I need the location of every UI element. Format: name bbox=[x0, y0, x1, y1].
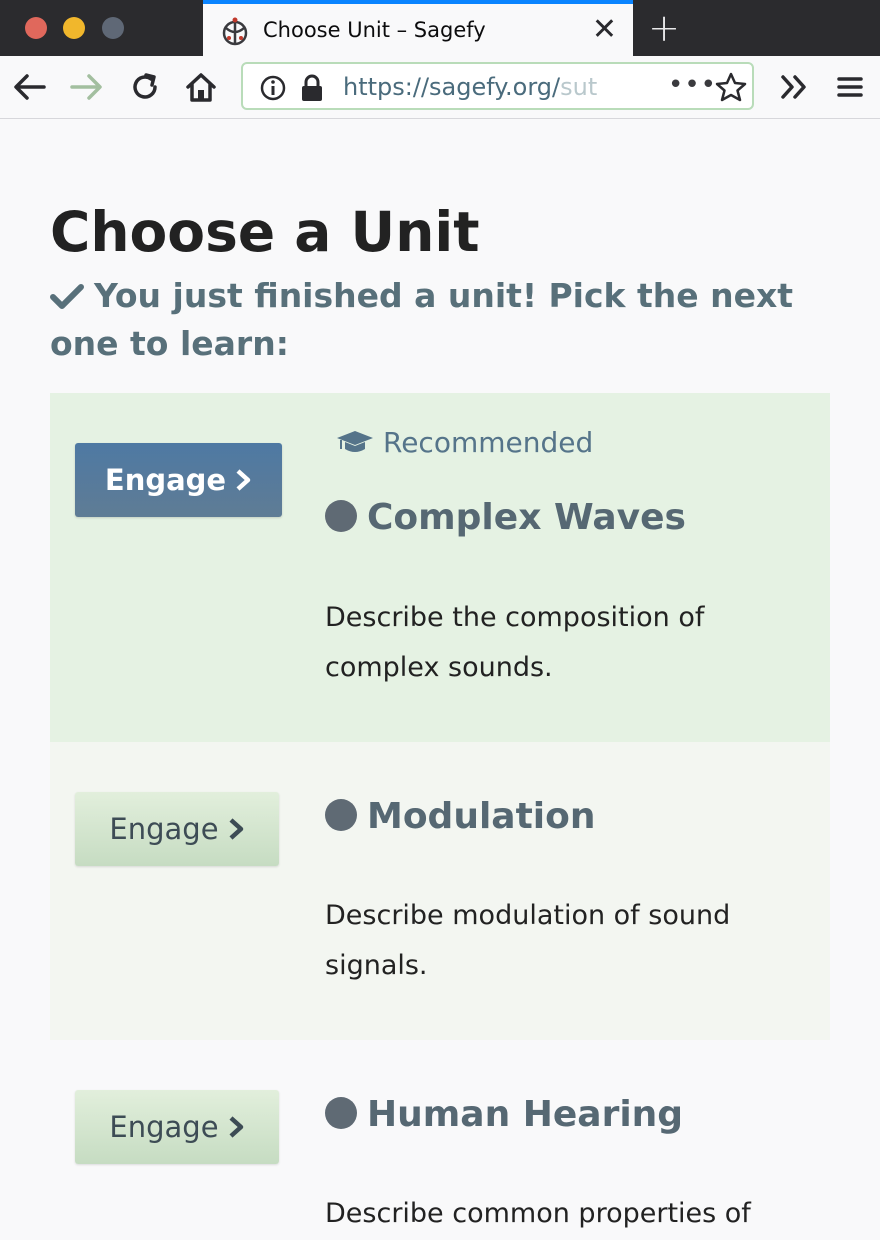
unit-card: Engage Human Hearing Describe common pro… bbox=[50, 1040, 830, 1240]
url-text[interactable]: https://sagefy.org/sut bbox=[343, 72, 597, 102]
unit-name[interactable]: Modulation bbox=[325, 792, 596, 842]
forward-icon bbox=[70, 74, 102, 100]
unit-name[interactable]: Complex Waves bbox=[325, 493, 686, 543]
home-icon bbox=[186, 73, 216, 102]
engage-button[interactable]: Engage bbox=[75, 443, 282, 517]
unit-description: Describe the composition of complex soun… bbox=[325, 602, 705, 683]
engage-button[interactable]: Engage bbox=[75, 1090, 279, 1164]
overflow-button[interactable] bbox=[774, 66, 814, 108]
completion-message: You just finished a unit! Pick the next … bbox=[50, 276, 794, 363]
unit-status-dot bbox=[325, 1097, 357, 1129]
active-tab[interactable]: Choose Unit – Sagefy ✕ bbox=[203, 0, 633, 56]
unit-status-dot bbox=[325, 799, 357, 831]
info-icon[interactable] bbox=[259, 74, 287, 102]
graduation-cap-icon bbox=[337, 431, 373, 452]
checkmark-icon bbox=[50, 284, 84, 309]
unit-status-dot bbox=[325, 500, 357, 532]
unit-description: Describe modulation of sound signals. bbox=[325, 900, 731, 981]
menu-button[interactable] bbox=[830, 66, 870, 108]
unit-card-recommended: Engage Recommended Complex Waves Describ… bbox=[50, 393, 830, 742]
chevron-right-icon bbox=[236, 469, 251, 491]
window-minimize-button[interactable] bbox=[63, 17, 85, 39]
window-zoom-button[interactable] bbox=[102, 17, 124, 39]
page-actions-icon[interactable]: ••• bbox=[668, 70, 717, 100]
bookmark-star-icon[interactable] bbox=[715, 72, 747, 102]
reload-button[interactable] bbox=[125, 66, 165, 108]
chevron-right-icon bbox=[229, 1116, 243, 1138]
sagefy-favicon-icon bbox=[222, 17, 248, 46]
lock-icon bbox=[302, 74, 322, 101]
forward-button[interactable] bbox=[67, 66, 107, 108]
new-tab-button[interactable]: + bbox=[646, 6, 682, 50]
engage-button[interactable]: Engage bbox=[75, 792, 279, 866]
menu-icon bbox=[837, 77, 863, 97]
tab-title: Choose Unit – Sagefy bbox=[263, 18, 486, 42]
recommended-badge: Recommended bbox=[335, 423, 593, 463]
window-close-button[interactable] bbox=[25, 17, 47, 39]
nav-toolbar: https://sagefy.org/sut ••• bbox=[0, 56, 880, 119]
back-button[interactable] bbox=[9, 66, 49, 108]
home-button[interactable] bbox=[181, 66, 221, 108]
page-title: Choose a Unit bbox=[50, 200, 480, 264]
reload-icon bbox=[133, 73, 157, 99]
chevron-right-icon bbox=[229, 818, 243, 840]
unit-description: Describe common properties of bbox=[325, 1198, 751, 1229]
overflow-icon bbox=[781, 75, 806, 99]
unit-card: Engage Modulation Describe modulation of… bbox=[50, 742, 830, 1040]
tab-close-icon[interactable]: ✕ bbox=[592, 12, 617, 48]
back-icon bbox=[14, 74, 46, 100]
unit-name[interactable]: Human Hearing bbox=[325, 1090, 683, 1140]
tab-strip: Choose Unit – Sagefy ✕ + bbox=[0, 0, 880, 56]
url-bar[interactable]: https://sagefy.org/sut ••• bbox=[241, 62, 754, 110]
